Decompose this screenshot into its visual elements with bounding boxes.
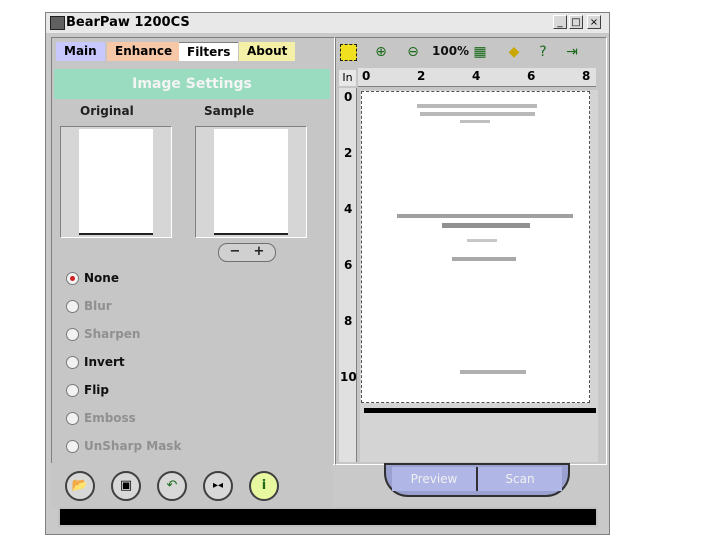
tab-filters[interactable]: Filters — [179, 42, 239, 61]
zoom-out-icon[interactable]: ⊖ — [402, 42, 424, 62]
undo-icon[interactable]: ↶ — [157, 471, 187, 501]
fit-page-icon[interactable]: ▦ — [469, 42, 491, 62]
filter-none[interactable]: None — [66, 269, 119, 287]
zoom-in-icon[interactable]: ⊕ — [370, 42, 392, 62]
open-folder-icon[interactable]: 📂 — [65, 471, 95, 501]
page-text-block — [467, 239, 497, 242]
action-control: Preview Scan — [384, 463, 570, 497]
scan-button[interactable]: Scan — [478, 467, 562, 491]
ruler-tick: 8 — [344, 314, 353, 328]
filter-sharpen[interactable]: Sharpen — [66, 325, 140, 343]
tab-enhance[interactable]: Enhance — [107, 42, 181, 61]
help-icon[interactable]: ? — [532, 42, 554, 62]
ruler-tick: 4 — [344, 202, 353, 216]
tab-about[interactable]: About — [239, 42, 296, 61]
filter-label: Invert — [84, 355, 125, 369]
sample-label: Sample — [204, 104, 255, 118]
exit-icon[interactable]: ⇥ — [561, 42, 583, 62]
ruler-tick: 6 — [527, 69, 536, 83]
ruler-tick: 2 — [417, 69, 426, 83]
title-bar[interactable]: BearPaw 1200CS _ □ × — [46, 13, 609, 33]
sample-preview — [195, 126, 307, 238]
zoom-control: − + — [218, 243, 276, 262]
radio-icon[interactable] — [66, 300, 79, 313]
select-area-icon[interactable] — [340, 44, 357, 61]
status-bar — [58, 507, 598, 527]
scanned-page — [361, 91, 590, 403]
filter-label: UnSharp Mask — [84, 439, 182, 453]
preview-button[interactable]: Preview — [392, 467, 478, 491]
ruler-tick: 0 — [362, 69, 371, 83]
filter-blur[interactable]: Blur — [66, 297, 112, 315]
tab-main[interactable]: Main — [56, 42, 105, 61]
page-text-block — [397, 214, 573, 218]
page-text-block — [460, 120, 490, 123]
save-icon[interactable]: ▣ — [111, 471, 141, 501]
settings-panel: Main Enhance Filters About Image Setting… — [51, 37, 335, 465]
comment-icon[interactable]: ◆ — [503, 42, 525, 62]
filter-label: Sharpen — [84, 327, 141, 341]
ruler-tick: 10 — [340, 370, 357, 384]
bottom-toolbar: 📂 ▣ ↶ ▸◂ i — [51, 463, 333, 507]
zoom-level[interactable]: 100% — [432, 44, 469, 58]
filter-invert[interactable]: Invert — [66, 353, 125, 371]
filter-label: Flip — [84, 383, 110, 397]
ruler-tick: 0 — [344, 90, 353, 104]
section-header: Image Settings — [54, 69, 330, 99]
page-text-block — [452, 257, 516, 261]
scan-area[interactable] — [360, 90, 598, 462]
radio-icon[interactable] — [66, 440, 79, 453]
radio-icon[interactable] — [66, 412, 79, 425]
preview-panel: ⊕ ⊖ 100% ▦ ◆ ? ⇥ In 0 2 4 6 8 0 2 4 6 8 … — [335, 37, 607, 465]
radio-icon[interactable] — [66, 384, 79, 397]
ruler-tick: 8 — [582, 69, 591, 83]
close-button[interactable]: × — [587, 15, 601, 29]
zoom-out-button[interactable]: − — [225, 244, 245, 260]
ruler-tick: 4 — [472, 69, 481, 83]
horizontal-ruler: 0 2 4 6 8 — [358, 68, 596, 87]
scanner-window: BearPaw 1200CS _ □ × Main Enhance Filter… — [45, 12, 610, 535]
filter-label: Blur — [84, 299, 112, 313]
ruler-tick: 6 — [344, 258, 353, 272]
window-title: BearPaw 1200CS — [66, 15, 190, 30]
filter-emboss[interactable]: Emboss — [66, 409, 136, 427]
maximize-button[interactable]: □ — [569, 15, 583, 29]
fit-width-icon[interactable]: ▸◂ — [203, 471, 233, 501]
info-icon[interactable]: i — [249, 471, 279, 501]
page-text-block — [417, 104, 537, 108]
zoom-in-button[interactable]: + — [249, 244, 269, 260]
ruler-tick: 2 — [344, 146, 353, 160]
vertical-ruler: 0 2 4 6 8 10 — [339, 88, 357, 462]
radio-icon[interactable] — [66, 356, 79, 369]
page-text-block — [442, 223, 530, 228]
page-text-block — [420, 112, 535, 116]
filter-unsharp-mask[interactable]: UnSharp Mask — [66, 437, 181, 455]
page-edge-shadow — [364, 408, 596, 413]
filter-label: None — [84, 271, 119, 285]
radio-icon[interactable] — [66, 328, 79, 341]
filter-label: Emboss — [84, 411, 136, 425]
original-preview — [60, 126, 172, 238]
ruler-unit: In — [339, 70, 356, 86]
original-label: Original — [80, 104, 134, 118]
app-icon — [50, 16, 65, 30]
minimize-button[interactable]: _ — [553, 15, 567, 29]
radio-icon[interactable] — [66, 272, 79, 285]
page-text-block — [460, 370, 526, 374]
filter-flip[interactable]: Flip — [66, 381, 109, 399]
